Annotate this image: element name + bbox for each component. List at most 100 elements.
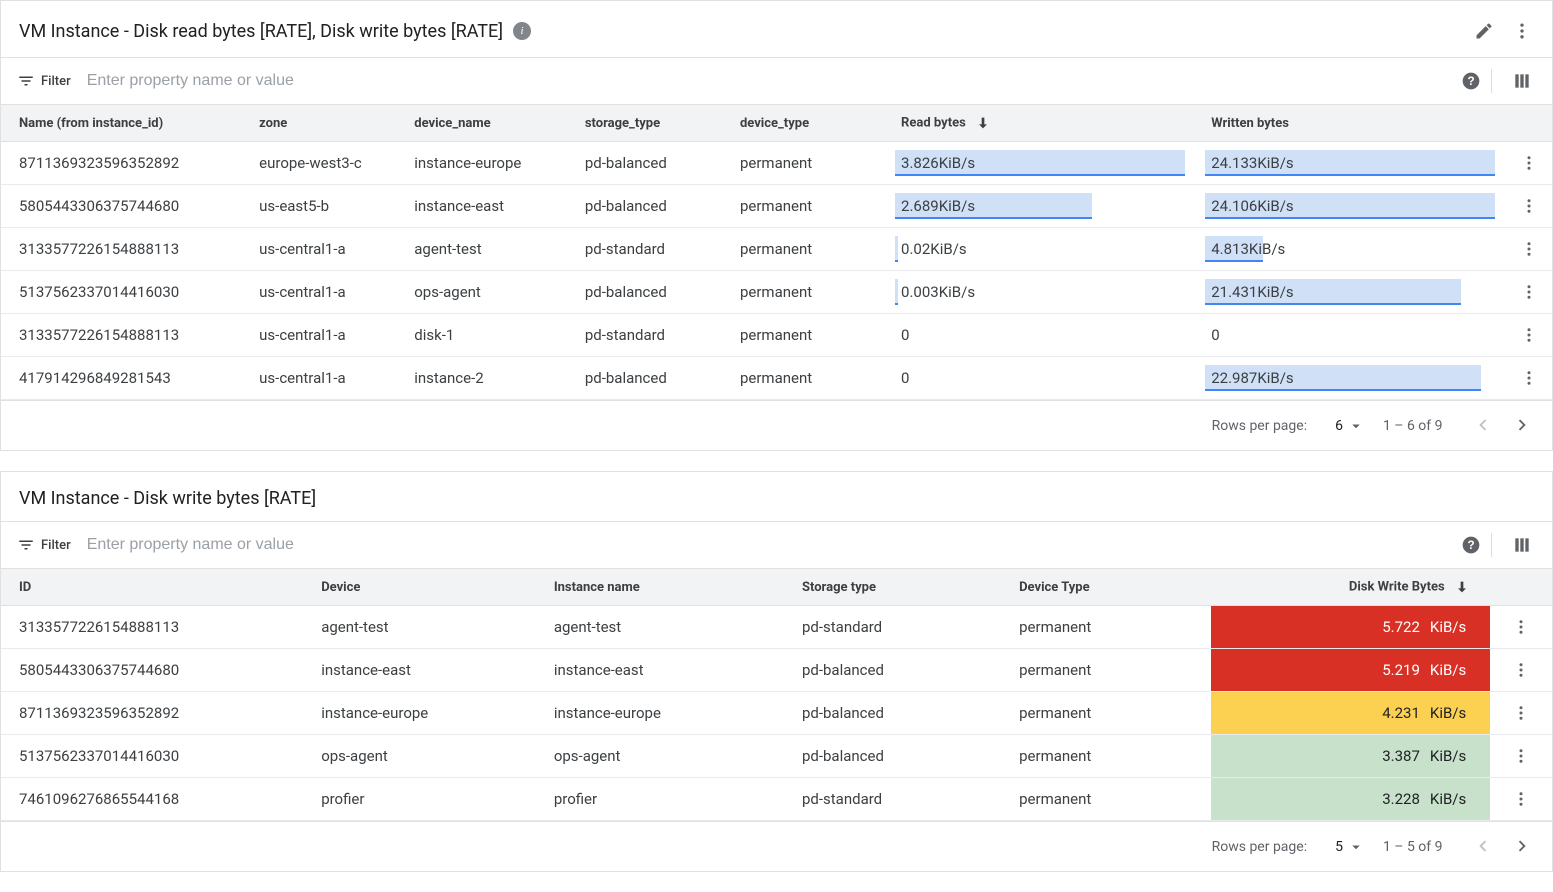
col-id[interactable]: ID <box>1 569 311 606</box>
col-device-type[interactable]: device_type <box>730 105 885 142</box>
cell-instance-name: agent-test <box>544 606 792 649</box>
caret-down-icon <box>1347 417 1365 435</box>
svg-text:?: ? <box>1467 75 1474 88</box>
edit-button[interactable] <box>1470 17 1498 45</box>
filter-actions: ? <box>1447 531 1536 559</box>
col-device[interactable]: Device <box>311 569 544 606</box>
pager <box>1461 411 1536 440</box>
col-read-bytes[interactable]: Read bytes <box>885 105 1195 142</box>
cell-device-type: permanent <box>730 314 885 357</box>
table-row[interactable]: 8711369323596352892instance-europeinstan… <box>1 692 1552 735</box>
cell-zone: us-central1-a <box>249 357 404 400</box>
next-page-button[interactable] <box>1508 832 1536 860</box>
table-row[interactable]: 7461096276865544168profierprofierpd-stan… <box>1 778 1552 821</box>
col-actions <box>1505 105 1552 142</box>
cell-storage-type: pd-balanced <box>575 271 730 314</box>
filter-actions: ? <box>1447 67 1536 95</box>
rows-per-page-select[interactable]: 5 <box>1335 838 1365 856</box>
columns-button[interactable] <box>1508 531 1536 559</box>
cell-storage-type: pd-standard <box>792 778 1009 821</box>
cell-device-type: permanent <box>1009 735 1211 778</box>
chevron-right-icon <box>1511 414 1533 436</box>
cell-zone: us-central1-a <box>249 271 404 314</box>
rows-per-page-select[interactable]: 6 <box>1335 417 1365 435</box>
row-menu-button[interactable] <box>1508 743 1534 769</box>
col-storage-type[interactable]: storage_type <box>575 105 730 142</box>
cell-read-bytes: 0.003KiB/s <box>885 271 1195 314</box>
row-menu-button[interactable] <box>1516 365 1542 391</box>
col-storage-type[interactable]: Storage type <box>792 569 1009 606</box>
cell-id: 7461096276865544168 <box>1 778 311 821</box>
row-menu-button[interactable] <box>1516 279 1542 305</box>
cell-device-type: permanent <box>1009 606 1211 649</box>
prev-page-button[interactable] <box>1469 411 1497 439</box>
cell-read-bytes: 2.689KiB/s <box>885 185 1195 228</box>
table-row[interactable]: 3133577226154888113agent-testagent-testp… <box>1 606 1552 649</box>
col-device-type[interactable]: Device Type <box>1009 569 1211 606</box>
next-page-button[interactable] <box>1508 411 1536 439</box>
col-written-bytes[interactable]: Written bytes <box>1195 105 1505 142</box>
info-icon[interactable]: i <box>513 22 531 40</box>
prev-page-button[interactable] <box>1469 832 1497 860</box>
cell-storage-type: pd-balanced <box>575 142 730 185</box>
table-row[interactable]: 417914296849281543us-central1-ainstance-… <box>1 357 1552 400</box>
more-options-button[interactable] <box>1508 17 1536 45</box>
row-menu-button[interactable] <box>1516 150 1542 176</box>
cell-device-name: instance-europe <box>404 142 575 185</box>
row-menu-button[interactable] <box>1516 193 1542 219</box>
help-button[interactable]: ? <box>1457 531 1485 559</box>
col-instance[interactable]: Instance name <box>544 569 792 606</box>
cell-written-bytes: 21.431KiB/s <box>1195 271 1505 314</box>
cell-storage-type: pd-balanced <box>792 692 1009 735</box>
cell-write-bytes: 4.231KiB/s <box>1211 692 1490 735</box>
chevron-left-icon <box>1472 414 1494 436</box>
row-menu-button[interactable] <box>1516 236 1542 262</box>
filter-label-text: Filter <box>41 74 71 89</box>
cell-written-bytes: 22.987KiB/s <box>1195 357 1505 400</box>
table-row[interactable]: 3133577226154888113us-central1-adisk-1pd… <box>1 314 1552 357</box>
row-menu-button[interactable] <box>1508 786 1534 812</box>
table-row[interactable]: 3133577226154888113us-central1-aagent-te… <box>1 228 1552 271</box>
col-name[interactable]: Name (from instance_id) <box>1 105 249 142</box>
cell-storage-type: pd-standard <box>575 228 730 271</box>
table-row[interactable]: 5805443306375744680us-east5-binstance-ea… <box>1 185 1552 228</box>
row-menu-button[interactable] <box>1508 657 1534 683</box>
help-button[interactable]: ? <box>1457 67 1485 95</box>
table-footer: Rows per page: 5 1 – 5 of 9 <box>1 821 1552 871</box>
cell-zone: us-east5-b <box>249 185 404 228</box>
cell-write-bytes: 5.722KiB/s <box>1211 606 1490 649</box>
cell-read-bytes: 0 <box>885 314 1195 357</box>
panel-disk-read-write: VM Instance - Disk read bytes [RATE], Di… <box>0 0 1553 451</box>
table-row[interactable]: 5137562337014416030us-central1-aops-agen… <box>1 271 1552 314</box>
cell-write-bytes: 5.219KiB/s <box>1211 649 1490 692</box>
cell-device: profier <box>311 778 544 821</box>
cell-device: instance-east <box>311 649 544 692</box>
table-row[interactable]: 5137562337014416030ops-agentops-agentpd-… <box>1 735 1552 778</box>
pencil-icon <box>1474 21 1494 41</box>
cell-device: ops-agent <box>311 735 544 778</box>
cell-device-name: instance-east <box>404 185 575 228</box>
panel-title: VM Instance - Disk read bytes [RATE], Di… <box>19 21 503 42</box>
row-menu-button[interactable] <box>1516 322 1542 348</box>
table-row[interactable]: 5805443306375744680instance-eastinstance… <box>1 649 1552 692</box>
cell-device-name: agent-test <box>404 228 575 271</box>
filter-input[interactable] <box>83 530 1435 560</box>
cell-device-type: permanent <box>730 271 885 314</box>
more-vert-icon <box>1512 21 1532 41</box>
columns-icon <box>1512 535 1532 555</box>
col-write-bytes[interactable]: Disk Write Bytes <box>1211 569 1490 606</box>
col-device-name[interactable]: device_name <box>404 105 575 142</box>
cell-name: 3133577226154888113 <box>1 314 249 357</box>
cell-read-bytes: 0.02KiB/s <box>885 228 1195 271</box>
table-row[interactable]: 8711369323596352892europe-west3-cinstanc… <box>1 142 1552 185</box>
filter-input[interactable] <box>83 66 1435 96</box>
panel-disk-write: VM Instance - Disk write bytes [RATE] Fi… <box>0 471 1553 872</box>
row-menu-button[interactable] <box>1508 614 1534 640</box>
row-menu-button[interactable] <box>1508 700 1534 726</box>
panel-title: VM Instance - Disk write bytes [RATE] <box>19 488 316 509</box>
col-zone[interactable]: zone <box>249 105 404 142</box>
columns-button[interactable] <box>1508 67 1536 95</box>
cell-zone: us-central1-a <box>249 314 404 357</box>
rows-per-page: Rows per page: 6 <box>1212 417 1365 435</box>
filter-bar: Filter ? <box>1 58 1552 105</box>
